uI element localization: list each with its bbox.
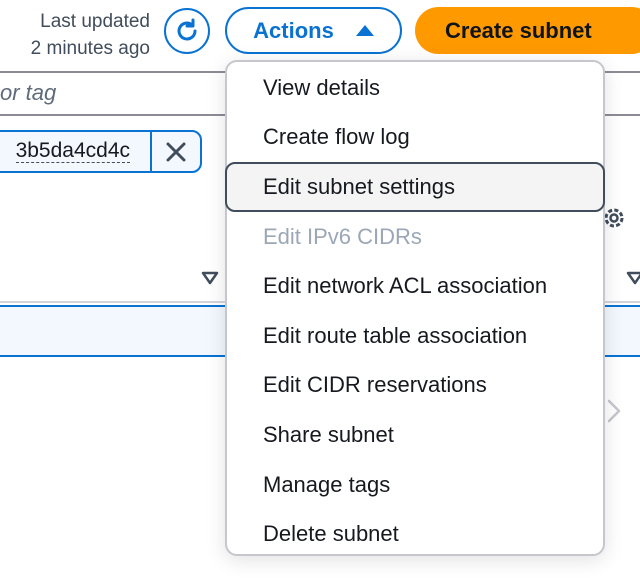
menu-item-edit-subnet-settings[interactable]: Edit subnet settings (225, 162, 605, 212)
menu-item-edit-cidr-reservations[interactable]: Edit CIDR reservations (226, 361, 604, 411)
filter-token-value-box[interactable]: 3b5da4cd4c (0, 132, 152, 171)
create-subnet-button[interactable]: Create subnet (415, 7, 640, 54)
filter-token: 3b5da4cd4c (0, 130, 202, 173)
caret-up-icon (355, 25, 374, 36)
last-updated-label: Last updated (40, 11, 150, 32)
actions-button-label: Actions (253, 17, 334, 43)
menu-item-create-flow-log[interactable]: Create flow log (226, 113, 604, 163)
last-updated-time: 2 minutes ago (30, 38, 150, 59)
refresh-icon (177, 18, 197, 41)
close-icon (166, 142, 186, 161)
sort-down-icon[interactable] (201, 271, 219, 285)
sort-down-icon[interactable] (626, 271, 640, 285)
refresh-button[interactable] (164, 8, 210, 54)
remove-filter-button[interactable] (152, 132, 200, 171)
menu-item-edit-ipv6-cidrs: Edit IPv6 CIDRs (263, 223, 422, 249)
subnets-page: Last updated 2 minutes ago Actions Creat… (0, 0, 640, 578)
actions-button[interactable]: Actions (225, 7, 402, 54)
menu-item-delete-subnet[interactable]: Delete subnet (226, 509, 604, 559)
menu-item-view-details[interactable]: View details (226, 63, 604, 113)
last-updated-status: Last updated 2 minutes ago (31, 8, 150, 62)
search-placeholder: or tag (0, 80, 57, 105)
filter-token-value: 3b5da4cd4c (15, 139, 130, 163)
menu-item-manage-tags[interactable]: Manage tags (226, 460, 604, 510)
create-subnet-label: Create subnet (445, 17, 592, 43)
menu-item-edit-network-acl-association[interactable]: Edit network ACL association (226, 261, 604, 311)
menu-item-share-subnet[interactable]: Share subnet (226, 410, 604, 460)
menu-item-edit-route-table-association[interactable]: Edit route table association (226, 311, 604, 361)
chevron-right-icon[interactable] (606, 398, 622, 424)
actions-dropdown-menu: View details Create flow log Edit subnet s… (225, 60, 605, 556)
